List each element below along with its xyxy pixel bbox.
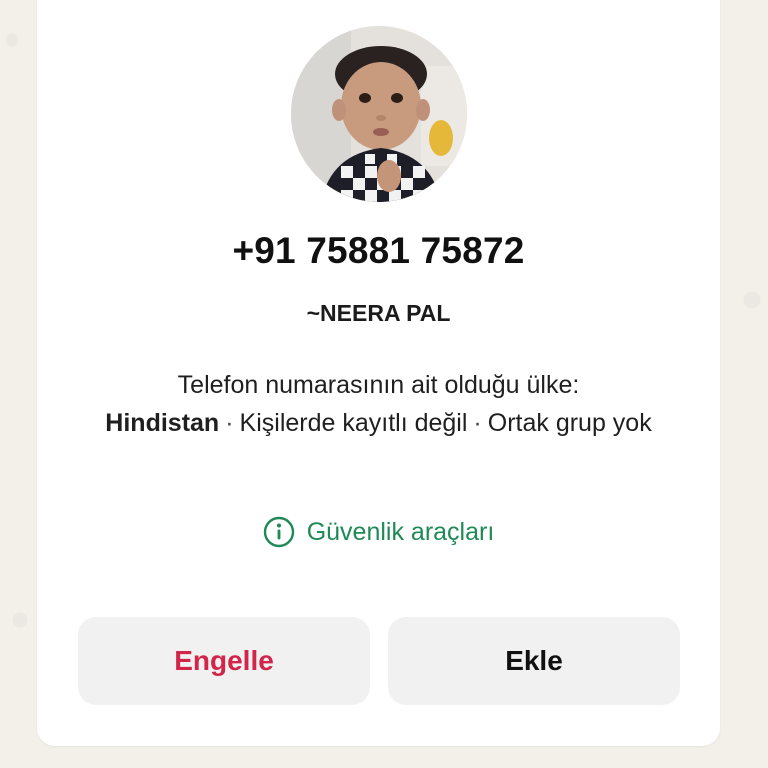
profile-photo-image [291,26,467,202]
info-circle-icon [263,516,295,548]
country-caption: Telefon numarasının ait olduğu ülke: [177,371,580,399]
block-button[interactable]: Engelle [78,617,370,705]
contact-push-name: ~NEERA PAL [306,300,451,326]
common-groups-text: Ortak grup yok [487,409,652,437]
add-contact-button[interactable]: Ekle [388,617,680,705]
contact-info-card: +91 75881 75872 ~NEERA PAL Telefon numar… [37,0,720,746]
action-buttons: Engelle Ekle [78,617,680,705]
separator-dot: · [225,409,234,437]
contact-phone-number: +91 75881 75872 [232,230,525,271]
contact-details: Telefon numarasının ait olduğu ülke: Hin… [57,366,700,442]
safety-tools-link[interactable]: Güvenlik araçları [37,516,720,548]
profile-photo[interactable] [291,26,467,202]
safety-tools-label: Güvenlik araçları [306,517,495,546]
country-name: Hindistan [105,409,220,437]
separator-dot: · [473,409,482,437]
not-in-contacts-text: Kişilerde kayıtlı değil [239,409,468,437]
contact-meta-line: Hindistan · Kişilerde kayıtlı değil · Ortak … [57,404,700,442]
